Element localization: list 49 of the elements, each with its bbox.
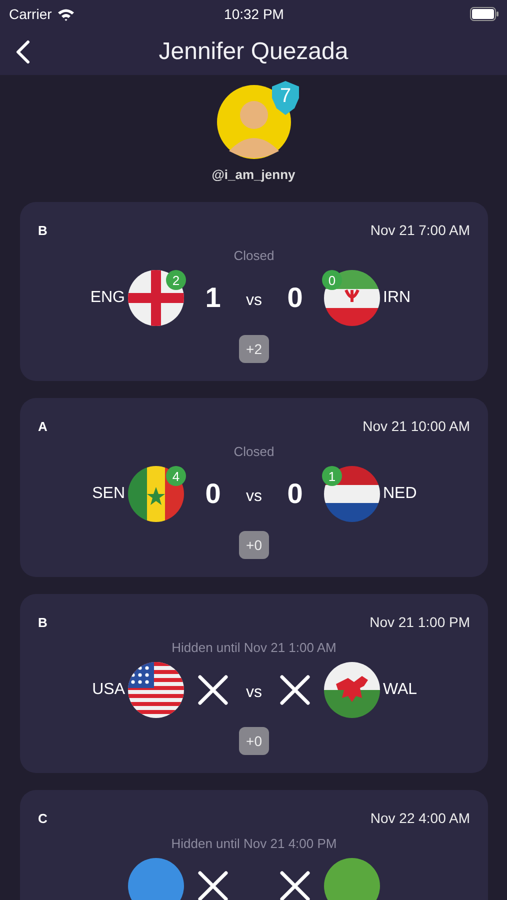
back-button[interactable] [14,38,32,66]
group-label: A [38,418,48,434]
extra-points-badge: +2 [239,335,269,363]
flag-icon [324,270,380,326]
away-score: 0 [286,282,304,314]
flag-icon [128,858,184,900]
match-time: Nov 21 1:00 PM [370,614,470,630]
match-status: Closed [234,444,274,459]
team-code: IRN [383,289,411,307]
match-time: Nov 22 4:00 AM [370,810,470,826]
match-card[interactable]: B Nov 21 1:00 PM Hidden until Nov 21 1:00 AM USA vs WAL +0 [20,594,488,773]
match-card[interactable]: B Nov 21 7:00 AM Closed ENG 2 1 vs 0 0 IRN +2 [20,202,488,381]
team-code: SEN [92,485,125,503]
match-time: Nov 21 7:00 AM [370,222,470,238]
picks-badge: 0 [322,270,342,290]
carrier-label: Carrier [9,6,52,22]
page-title: Jennifer Quezada [158,38,348,66]
username: @i_am_jenny [212,167,296,182]
group-label: C [38,810,48,826]
picks-badge: 1 [322,466,342,486]
extra-points-badge: +0 [239,531,269,559]
wifi-icon [56,8,75,20]
flag-icon [324,858,380,900]
team-code: USA [92,681,125,699]
match-card[interactable]: A Nov 21 10:00 AM Closed SEN 4 0 vs 0 1 NED +0 [20,398,488,577]
vs-label: vs [245,487,263,506]
extra-points-badge: +0 [239,727,269,755]
away-score: 0 [286,478,304,510]
match-card[interactable]: C Nov 22 4:00 AM Hidden until Nov 21 4:00 PM [20,790,488,900]
match-status: Hidden until Nov 21 1:00 AM [172,640,336,655]
team-code: ENG [90,289,125,307]
match-status: Hidden until Nov 21 4:00 PM [171,836,337,851]
group-label: B [38,614,48,630]
vs-label: vs [245,683,263,702]
team-code: NED [383,485,417,503]
match-time: Nov 21 10:00 AM [362,418,470,434]
flag-icon [128,466,184,522]
match-status: Closed [234,248,274,263]
picks-badge: 2 [166,270,186,290]
team-code: WAL [383,681,418,699]
home-score: 1 [204,282,222,314]
flag-icon [324,466,380,522]
picks-badge: 4 [166,466,186,486]
flag-icon [324,662,380,718]
vs-label: vs [245,291,263,310]
clock-time: 10:32 PM [224,6,284,22]
battery-icon [470,7,499,21]
home-score: 0 [204,478,222,510]
group-label: B [38,222,48,238]
